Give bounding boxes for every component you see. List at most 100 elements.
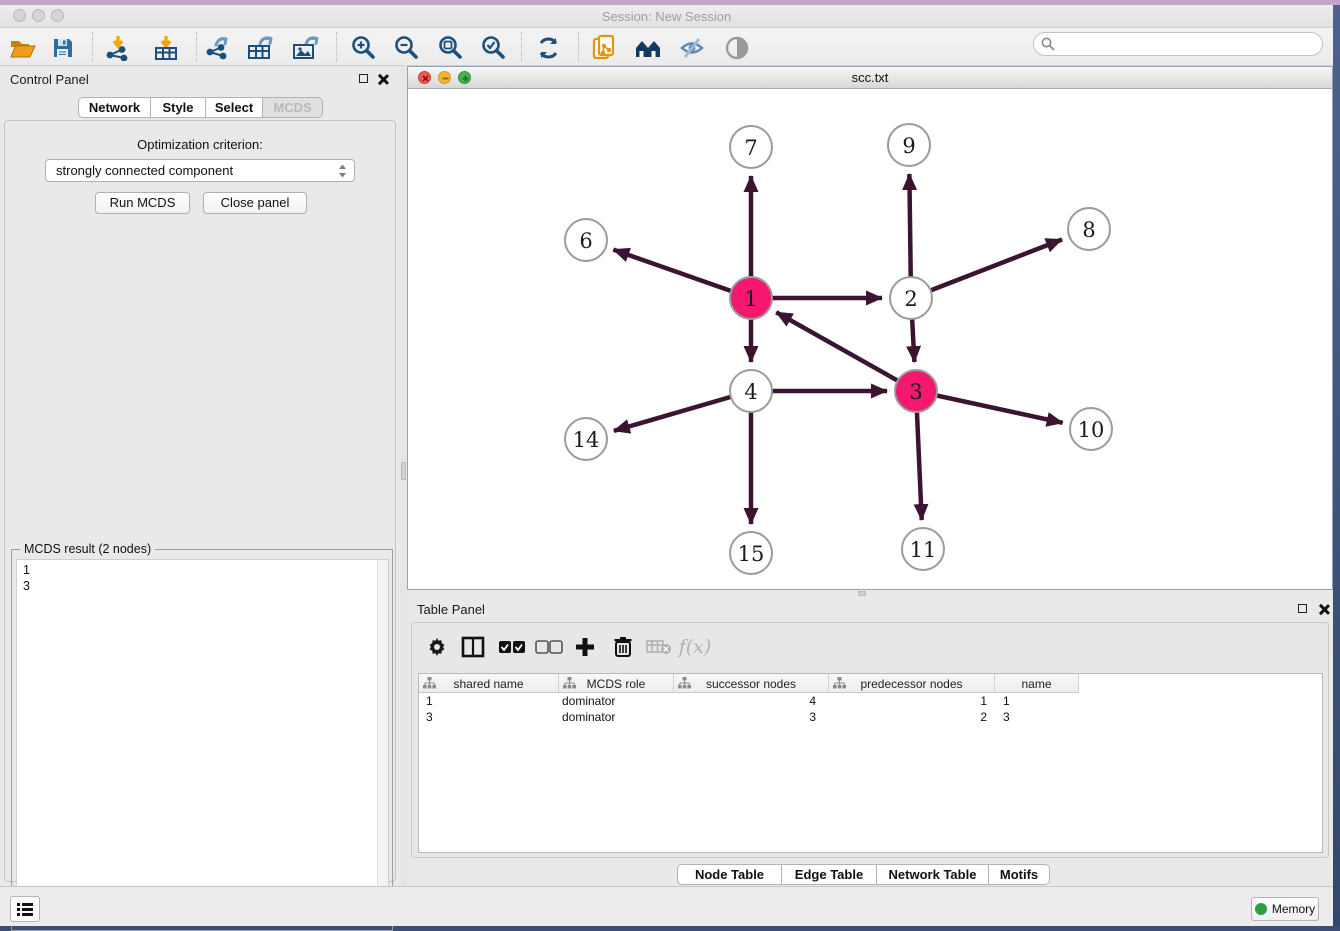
column-header-shared-name[interactable]: shared name	[419, 674, 559, 693]
cell[interactable]: 1	[995, 693, 1079, 709]
search-field-wrap	[1033, 32, 1323, 56]
cell[interactable]: 3	[995, 709, 1079, 725]
tab-style[interactable]: Style	[151, 97, 206, 118]
network-window-title: scc.txt	[408, 70, 1332, 85]
mcds-result-text: 1 3	[23, 562, 30, 594]
refresh-icon[interactable]	[534, 34, 564, 61]
column-header-name[interactable]: name	[995, 674, 1079, 693]
graph-node-label-14: 14	[573, 428, 600, 452]
tab-edge-table[interactable]: Edge Table	[782, 864, 877, 885]
cell[interactable]: dominator	[559, 693, 674, 709]
fx-label: f(x)	[679, 636, 712, 658]
show-columns-icon[interactable]	[458, 633, 488, 661]
table-row[interactable]: 3dominator323	[419, 709, 1079, 725]
table-row[interactable]: 1dominator411	[419, 693, 1079, 709]
status-bar: Memory	[0, 886, 1333, 926]
run-mcds-button[interactable]: Run MCDS	[95, 192, 190, 214]
network-window-titlebar[interactable]: scc.txt	[408, 67, 1332, 89]
network-overview-icon[interactable]	[634, 34, 664, 61]
close-panel-button[interactable]: Close panel	[203, 192, 307, 214]
add-row-icon[interactable]	[570, 633, 600, 661]
float-table-panel-icon[interactable]	[1297, 603, 1309, 615]
column-header-MCDS-role[interactable]: MCDS role	[559, 674, 674, 693]
float-panel-icon[interactable]	[358, 73, 370, 85]
cell[interactable]: 3	[674, 709, 829, 725]
graph-node-label-3: 3	[909, 380, 922, 404]
edge-3-1[interactable]	[776, 312, 916, 391]
control-panel: Control Panel Network Style Select MCDS …	[0, 66, 400, 886]
toolbar-separator	[578, 32, 579, 62]
cell[interactable]: 1	[829, 693, 995, 709]
network-canvas[interactable]: 7968124314101511	[408, 89, 1332, 589]
node-table: shared nameMCDS rolesuccessor nodesprede…	[418, 673, 1323, 853]
mcds-result-title: MCDS result (2 nodes)	[20, 542, 155, 556]
toolbar-separator	[336, 32, 337, 62]
delete-row-icon[interactable]	[608, 633, 638, 661]
mcds-result-box[interactable]: 1 3	[16, 559, 389, 925]
zoom-in-icon[interactable]	[348, 34, 378, 61]
select-stepper-icon	[338, 163, 347, 179]
search-input[interactable]	[1033, 32, 1323, 56]
network-graph: 7968124314101511	[408, 89, 1332, 589]
import-network-icon[interactable]	[103, 34, 133, 61]
desktop-background-edge	[1333, 0, 1340, 926]
cell[interactable]: 3	[419, 709, 559, 725]
cell[interactable]: 4	[674, 693, 829, 709]
mcds-result-group: MCDS result (2 nodes) 1 3	[11, 549, 393, 931]
tab-motifs[interactable]: Motifs	[989, 864, 1050, 885]
edge-2-8[interactable]	[911, 239, 1062, 298]
memory-status-icon	[1255, 903, 1267, 915]
cell[interactable]: 2	[829, 709, 995, 725]
column-header-predecessor-nodes[interactable]: predecessor nodes	[829, 674, 995, 693]
application-window: Session: New Session	[0, 0, 1333, 926]
tab-network-table[interactable]: Network Table	[877, 864, 989, 885]
cell[interactable]: dominator	[559, 709, 674, 725]
graph-node-label-8: 8	[1082, 218, 1095, 242]
table-panel-title: Table Panel	[417, 602, 485, 617]
table-panel: Table Panel	[407, 596, 1333, 886]
clone-network-icon[interactable]	[590, 34, 620, 61]
toolbar-separator	[196, 32, 197, 62]
tab-node-table[interactable]: Node Table	[677, 864, 782, 885]
tab-select[interactable]: Select	[206, 97, 263, 118]
zoom-selected-icon[interactable]	[478, 34, 508, 61]
graph-node-label-10: 10	[1078, 418, 1105, 442]
cell[interactable]: 1	[419, 693, 559, 709]
edge-3-10[interactable]	[916, 391, 1063, 423]
graph-node-label-15: 15	[738, 542, 765, 566]
export-network-icon[interactable]	[203, 34, 233, 61]
tab-network[interactable]: Network	[78, 97, 151, 118]
delete-table-icon	[644, 633, 674, 661]
toolbar-separator	[92, 32, 93, 62]
close-panel-icon[interactable]	[377, 73, 389, 85]
save-session-icon[interactable]	[48, 34, 78, 61]
function-builder-icon: f(x)	[680, 633, 710, 661]
column-header-successor-nodes[interactable]: successor nodes	[674, 674, 829, 693]
graph-node-label-9: 9	[902, 134, 915, 158]
unselect-all-icon[interactable]	[534, 633, 564, 661]
select-all-icon[interactable]	[497, 633, 527, 661]
task-history-button[interactable]	[10, 896, 40, 922]
close-table-panel-icon[interactable]	[1318, 603, 1330, 615]
graph-node-label-6: 6	[579, 229, 592, 253]
export-table-icon[interactable]	[246, 34, 276, 61]
control-panel-header: Control Panel	[0, 66, 400, 92]
hide-details-icon[interactable]	[677, 34, 707, 61]
zoom-fit-icon[interactable]	[435, 34, 465, 61]
export-image-icon[interactable]	[291, 34, 321, 61]
vertical-splitter-handle[interactable]	[401, 462, 406, 480]
import-table-icon[interactable]	[151, 34, 181, 61]
zoom-out-icon[interactable]	[391, 34, 421, 61]
criterion-select[interactable]: strongly connected component	[45, 159, 355, 182]
result-scrollbar[interactable]	[377, 560, 388, 924]
table-header-row: shared nameMCDS rolesuccessor nodesprede…	[419, 674, 1079, 693]
show-details-icon[interactable]	[722, 34, 752, 61]
column-settings-icon[interactable]	[422, 633, 452, 661]
main-toolbar	[0, 28, 1333, 66]
search-icon	[1041, 37, 1055, 51]
control-panel-title: Control Panel	[10, 72, 89, 87]
tab-mcds[interactable]: MCDS	[263, 97, 323, 118]
graph-node-label-11: 11	[910, 538, 937, 562]
memory-button[interactable]: Memory	[1251, 897, 1319, 921]
open-session-icon[interactable]	[8, 34, 38, 61]
